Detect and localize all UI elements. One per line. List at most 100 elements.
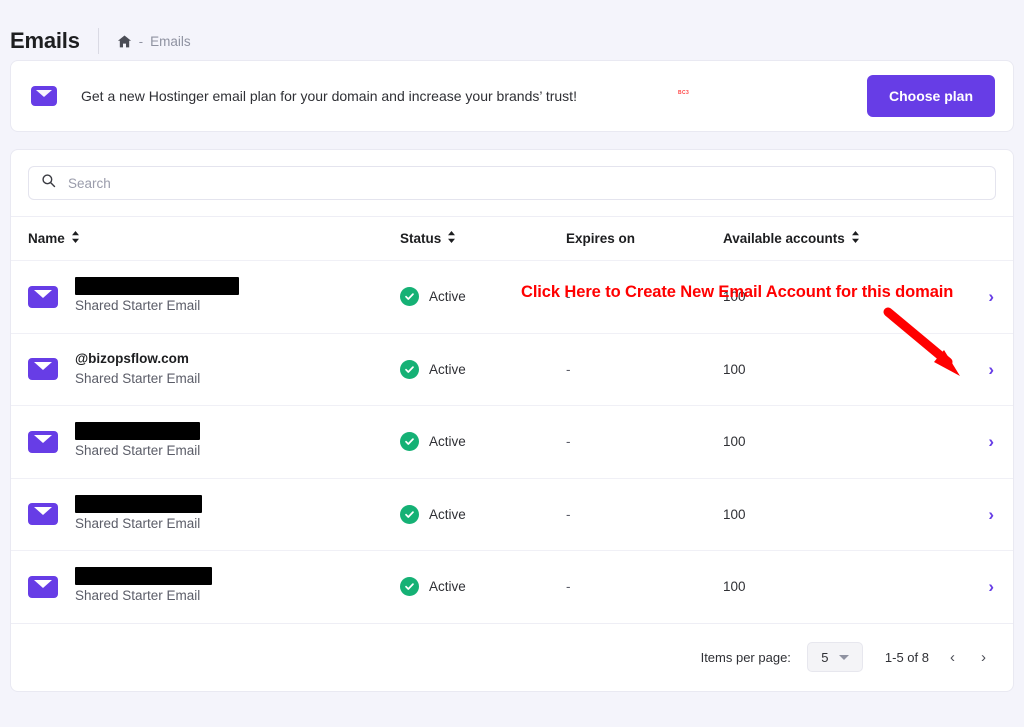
row-actions-cell: › [953, 284, 996, 309]
row-name-cell: Shared Starter Email [28, 567, 400, 606]
home-icon[interactable] [117, 34, 132, 49]
column-header-expires-on: Expires on [566, 231, 723, 246]
row-name [75, 567, 212, 586]
row-name [75, 494, 202, 513]
row-actions-cell: › [953, 574, 996, 599]
search-icon [41, 173, 56, 193]
promo-banner: Get a new Hostinger email plan for your … [10, 60, 1014, 132]
breadcrumb-current[interactable]: Emails [150, 34, 191, 49]
envelope-icon [28, 285, 58, 308]
promo-small-tag: BC3 [678, 90, 690, 96]
items-per-page-value: 5 [821, 649, 829, 665]
row-plan: Shared Starter Email [75, 588, 201, 604]
items-per-page-select[interactable]: 5 [806, 642, 863, 672]
breadcrumb: - Emails [117, 34, 191, 49]
row-actions-cell: › [953, 357, 996, 382]
row-plan: Shared Starter Email [75, 515, 201, 531]
sort-icon[interactable] [851, 231, 860, 246]
row-actions-cell: › [953, 502, 996, 527]
row-name-cell: Shared Starter Email [28, 277, 400, 316]
envelope-icon [28, 575, 58, 598]
row-status-cell: Active [400, 577, 566, 597]
check-circle-icon [400, 359, 419, 379]
row-name [75, 422, 200, 441]
status-badge: Active [429, 506, 466, 522]
chevron-right-icon[interactable]: › [986, 357, 996, 382]
chevron-right-icon[interactable]: › [986, 284, 996, 309]
column-header-available-accounts-label: Available accounts [723, 231, 845, 246]
header-divider [97, 28, 99, 54]
row-available-accounts: 100 [723, 579, 746, 595]
pagination-range: 1-5 of 8 [884, 649, 929, 665]
envelope-icon [28, 503, 58, 526]
row-available-cell: 100 [723, 507, 953, 522]
table-row[interactable]: Shared Starter Email Active - 100 › [11, 550, 1013, 623]
row-available-cell: 100 [723, 434, 953, 449]
check-circle-icon [400, 432, 419, 452]
table-row[interactable]: Shared Starter Email Active - 100 › [11, 405, 1013, 478]
row-expires-cell: - [566, 507, 723, 522]
row-available-accounts: 100 [723, 361, 746, 377]
previous-page-button[interactable]: ‹ [945, 648, 960, 667]
row-plan: Shared Starter Email [75, 298, 201, 314]
row-actions-cell: › [953, 429, 996, 454]
emails-list-card: Name Status Expires on Available account… [10, 149, 1014, 692]
row-available-cell: 100 [723, 362, 953, 377]
row-available-accounts: 100 [723, 434, 746, 450]
promo-text: Get a new Hostinger email plan for your … [81, 88, 577, 104]
row-expires-cell: - [566, 579, 723, 594]
row-plan: Shared Starter Email [75, 443, 201, 459]
status-badge: Active [429, 289, 466, 305]
status-badge: Active [429, 361, 466, 377]
emails-page: Emails - Emails Get a new Hostinger emai… [0, 0, 1024, 727]
status-badge: Active [429, 434, 466, 450]
envelope-icon [31, 86, 57, 106]
row-expires-on: - [566, 579, 571, 595]
choose-plan-button[interactable]: Choose plan [866, 75, 995, 117]
search-input[interactable] [68, 175, 983, 191]
row-name-cell: Shared Starter Email [28, 494, 400, 534]
status-badge: Active [429, 579, 466, 595]
envelope-icon [28, 358, 58, 381]
table-header-row: Name Status Expires on Available account… [11, 216, 1013, 260]
sort-icon[interactable] [447, 231, 456, 246]
row-name: @bizopsflow.com [75, 350, 189, 366]
pagination-bar: Items per page: 5 1-5 of 8 ‹ › [11, 622, 1013, 691]
row-available-cell: 100 [723, 579, 953, 594]
row-status-cell: Active [400, 359, 566, 379]
row-status-cell: Active [400, 432, 566, 452]
row-available-accounts: 100 [723, 506, 746, 522]
check-circle-icon [400, 577, 419, 597]
row-name [75, 277, 239, 296]
sort-icon[interactable] [71, 231, 80, 246]
column-header-name-label: Name [28, 231, 65, 246]
table-row[interactable]: @bizopsflow.com Shared Starter Email Act… [11, 332, 1013, 406]
search-area [11, 150, 1013, 216]
row-plan: Shared Starter Email [75, 370, 201, 386]
row-name-cell: Shared Starter Email [28, 422, 400, 461]
check-circle-icon [400, 287, 419, 307]
search-box[interactable] [28, 166, 996, 200]
column-header-status[interactable]: Status [400, 231, 566, 246]
row-expires-on: - [566, 434, 571, 450]
chevron-right-icon[interactable]: › [986, 574, 996, 599]
row-status-cell: Active [400, 504, 566, 524]
row-expires-on: - [566, 361, 571, 377]
row-name-cell: @bizopsflow.com Shared Starter Email [28, 350, 400, 389]
items-per-page-label: Items per page: [700, 649, 791, 665]
row-expires-on: - [566, 506, 571, 522]
column-header-available-accounts[interactable]: Available accounts [723, 231, 953, 246]
annotation-text: Click Here to Create New Email Account f… [521, 283, 954, 301]
envelope-icon [28, 430, 58, 453]
column-header-name[interactable]: Name [28, 231, 400, 246]
next-page-button[interactable]: › [976, 648, 991, 667]
check-circle-icon [400, 504, 419, 524]
table-row[interactable]: Shared Starter Email Active - 100 › [11, 477, 1013, 551]
row-expires-cell: - [566, 362, 723, 377]
chevron-down-icon [838, 654, 849, 660]
chevron-right-icon[interactable]: › [986, 429, 996, 454]
chevron-right-icon[interactable]: › [986, 502, 996, 527]
column-header-status-label: Status [400, 231, 442, 246]
page-title: Emails [10, 28, 80, 53]
page-header: Emails - Emails [0, 0, 1024, 60]
